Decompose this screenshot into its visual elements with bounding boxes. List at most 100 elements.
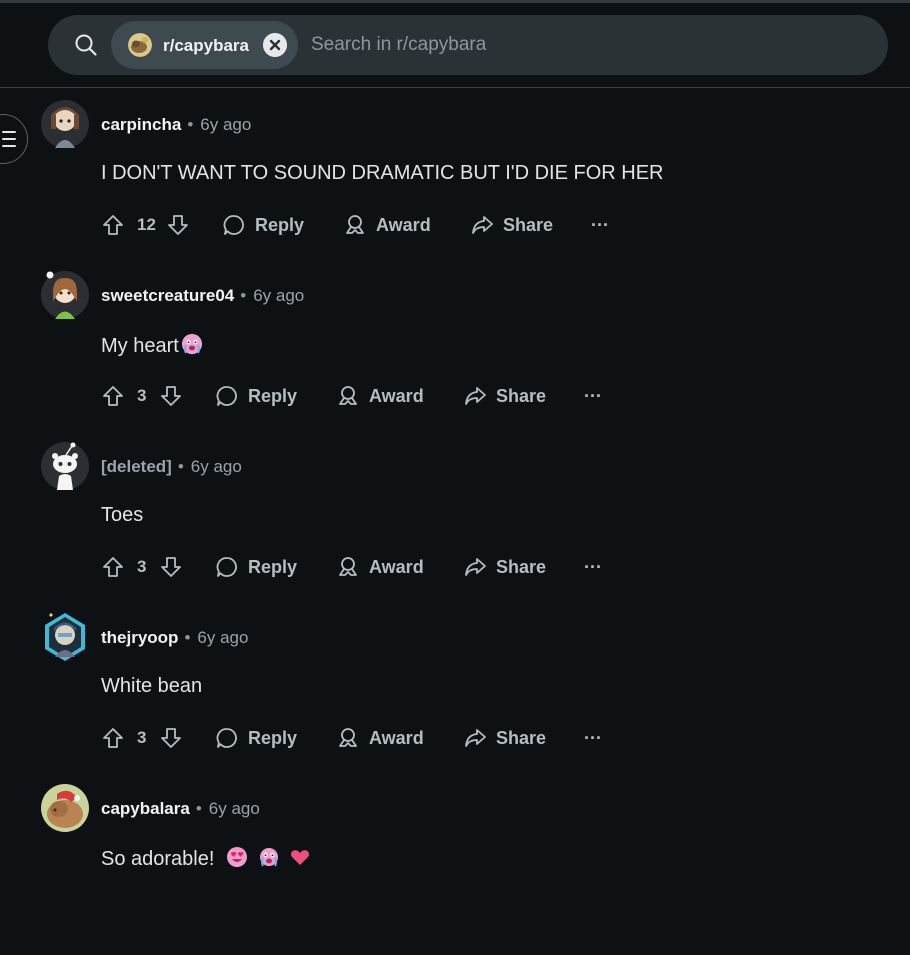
share-button[interactable]: Share [463,718,546,758]
search-icon [75,34,97,56]
upvote-button[interactable] [101,205,125,245]
upvote-icon [103,557,123,577]
comment-body: My heart [101,333,203,358]
reply-label: Reply [248,556,298,577]
award-button[interactable]: Award [336,718,424,758]
award-label: Award [369,556,424,577]
comment-bubble-icon [223,215,244,235]
award-icon [339,557,357,576]
share-label: Share [503,214,554,235]
share-button[interactable]: Share [463,547,546,587]
user-avatar[interactable] [41,613,89,661]
comment-author[interactable]: thejryoop [101,628,178,647]
comment-bubble-icon [216,728,237,748]
vote-count: 3 [137,557,147,576]
comment-time[interactable]: 6y ago [191,457,242,476]
reply-button[interactable]: Reply [222,205,304,245]
award-label: Award [376,214,431,235]
downvote-button[interactable] [159,376,183,416]
reply-label: Reply [248,727,298,748]
upvote-button[interactable] [101,376,125,416]
comment-time[interactable]: 6y ago [253,286,304,305]
more-options-button[interactable]: ··· [584,376,602,416]
downvote-button[interactable] [159,547,183,587]
comment: [deleted] • 6y ago Toes 3 Reply Award Shar… [0,442,910,613]
award-button[interactable]: Award [336,547,424,587]
comment: thejryoop • 6y ago White bean 3 Reply Awar… [0,613,910,784]
crying-face-emoji-icon [181,334,202,354]
separator-dot: • [187,115,194,134]
separator-dot: • [184,628,191,647]
award-icon [346,215,364,234]
share-icon [472,216,493,234]
downvote-icon [161,557,181,577]
comment-author[interactable]: sweetcreature04 [101,286,234,305]
more-options-button[interactable]: ··· [584,547,602,587]
downvote-button[interactable] [166,205,190,245]
separator-dot: • [195,799,202,818]
award-icon [339,386,357,405]
comment-time[interactable]: 6y ago [209,799,260,818]
search-bar[interactable]: r/capybara Search in r/capybara [48,15,888,75]
comment-body: White bean [101,675,203,697]
vote-count: 3 [137,728,147,747]
share-label: Share [496,556,547,577]
downvote-icon [168,215,188,235]
more-options-icon: ··· [584,556,602,577]
share-button[interactable]: Share [463,376,546,416]
user-avatar[interactable] [41,784,89,832]
comment-time[interactable]: 6y ago [197,628,248,647]
award-label: Award [369,385,424,406]
upvote-icon [103,215,123,235]
comment-author[interactable]: carpincha [101,115,181,134]
separator-dot: • [177,457,184,476]
downvote-icon [161,728,181,748]
crying-face-emoji-icon [259,848,278,867]
more-options-button[interactable]: ··· [584,718,602,758]
share-icon [465,387,486,405]
share-label: Share [496,727,547,748]
reply-button[interactable]: Reply [215,547,297,587]
comment: capybalara • 6y ago So adorable! [0,784,910,955]
close-icon[interactable] [263,33,287,57]
award-button[interactable]: Award [336,376,424,416]
comment-time[interactable]: 6y ago [200,115,251,134]
user-avatar[interactable] [41,271,89,319]
comment-bubble-icon [216,386,237,406]
upvote-button[interactable] [101,718,125,758]
more-options-icon: ··· [591,214,609,235]
upvote-button[interactable] [101,547,125,587]
reply-button[interactable]: Reply [215,718,297,758]
comment-actions: 3 Reply Award Share ··· [0,718,700,758]
award-button[interactable]: Award [343,205,431,245]
community-filter-chip[interactable]: r/capybara [111,21,298,69]
share-button[interactable]: Share [470,205,553,245]
award-icon [339,728,357,747]
pink-heart-emoji-icon [291,850,310,865]
heart-eyes-face-emoji-icon [226,847,247,867]
reply-label: Reply [248,385,298,406]
more-options-button[interactable]: ··· [591,205,609,245]
downvote-button[interactable] [159,718,183,758]
award-label: Award [369,727,424,748]
share-label: Share [496,385,547,406]
reply-button[interactable]: Reply [215,376,297,416]
user-avatar[interactable] [41,100,89,148]
downvote-icon [161,386,181,406]
upvote-icon [103,386,123,406]
comment-actions: 3 Reply Award Share ··· [0,376,700,416]
header: r/capybara Search in r/capybara [0,3,910,88]
community-avatar-icon [128,33,152,57]
comment-author: [deleted] [101,457,172,476]
more-options-icon: ··· [584,727,602,748]
separator-dot: • [240,286,247,305]
comment: carpincha • 6y ago I DON'T WANT TO SOUND D… [0,100,910,271]
comment-body: Toes [101,504,144,526]
search-input[interactable]: Search in r/capybara [311,34,486,56]
vote-count: 12 [137,215,156,234]
comment-author[interactable]: capybalara [101,799,190,818]
reply-label: Reply [255,214,305,235]
comment-body: So adorable! [101,846,311,871]
default-avatar-icon[interactable] [41,442,89,490]
comment-actions: 3 Reply Award Share ··· [0,547,700,587]
